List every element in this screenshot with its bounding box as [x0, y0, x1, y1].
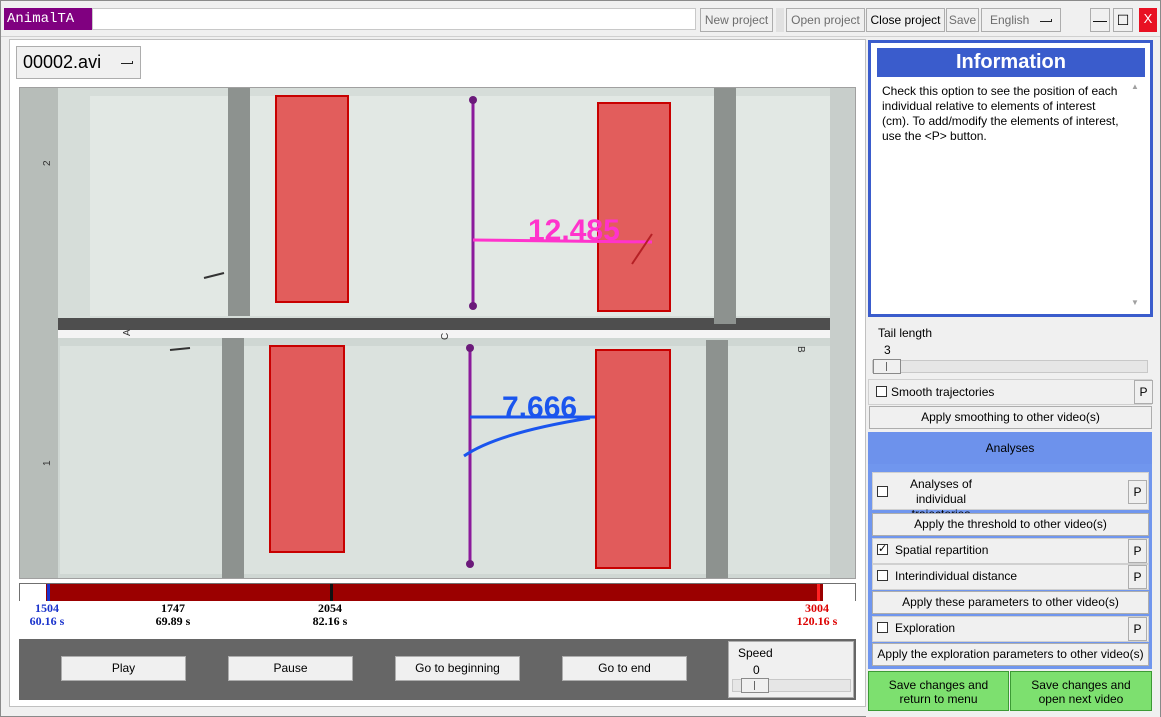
- element-line-top-end: [469, 302, 477, 310]
- close-icon[interactable]: X: [1139, 8, 1157, 32]
- save-and-next-button[interactable]: Save changes and open next video: [1010, 671, 1152, 711]
- information-title: Information: [877, 48, 1145, 77]
- individual-parameters-button[interactable]: P: [1128, 480, 1147, 504]
- top-right-partition: [714, 88, 736, 324]
- timeline-before-range: [20, 584, 46, 601]
- video-frame[interactable]: 12.485 7.666 2 A C B 1: [19, 87, 856, 579]
- chevron-down-icon: [121, 61, 133, 64]
- go-to-beginning-button[interactable]: Go to beginning: [395, 656, 520, 681]
- element-line-bottom-end: [466, 560, 474, 568]
- interindividual-parameters-button[interactable]: P: [1128, 565, 1147, 589]
- tail-length-value: 3: [884, 343, 891, 357]
- right-wall: [830, 88, 855, 578]
- smooth-parameters-button[interactable]: P: [1134, 380, 1153, 404]
- save-and-return-button[interactable]: Save changes and return to menu: [868, 671, 1009, 711]
- app-logo: AnimalTA: [4, 8, 92, 30]
- interindividual-distance-label: Interindividual distance: [895, 569, 1018, 583]
- roi-top-left: [275, 95, 349, 303]
- pause-button[interactable]: Pause: [228, 656, 353, 681]
- tank-letter: 2: [42, 160, 53, 166]
- tank-letter: C: [440, 333, 451, 340]
- new-project-button[interactable]: New project: [700, 8, 773, 32]
- analyses-header: Analyses: [868, 432, 1152, 464]
- close-project-button[interactable]: Close project: [866, 8, 945, 32]
- video-scene: 12.485 7.666 2 A C B 1: [20, 88, 855, 578]
- apply-parameters-button[interactable]: Apply these parameters to other video(s): [872, 591, 1149, 614]
- timeline-labels: 1504 60.16 s 1747 69.89 s 2054 82.16 s 3004…: [19, 601, 856, 635]
- information-box: [868, 40, 1153, 317]
- apply-exploration-button[interactable]: Apply the exploration parameters to othe…: [872, 643, 1149, 666]
- spatial-repartition-checkbox[interactable]: ✓: [877, 544, 888, 555]
- spatial-repartition-label: Spatial repartition: [895, 543, 989, 557]
- element-line-top-start: [469, 96, 477, 104]
- roi-bottom-right: [595, 349, 671, 569]
- bottom-left-partition: [222, 338, 244, 578]
- video-file-dropdown[interactable]: 00002.avi: [16, 46, 141, 79]
- timeline-cursor-frame: 2054 82.16 s: [312, 601, 348, 628]
- speed-value: 0: [753, 663, 760, 677]
- toolbar-separator: [776, 8, 784, 32]
- bottom-right-partition: [706, 340, 728, 578]
- project-title-field: [92, 8, 696, 30]
- timeline-cursor[interactable]: [330, 584, 333, 601]
- timeline-bar[interactable]: [19, 583, 856, 602]
- roi-top-right: [597, 102, 671, 312]
- maximize-icon[interactable]: ☐: [1113, 8, 1133, 32]
- tank-letter: 1: [42, 460, 53, 466]
- apply-threshold-button[interactable]: Apply the threshold to other video(s): [872, 513, 1149, 536]
- timeline-after-range: [823, 584, 855, 601]
- video-file-name: 00002.avi: [23, 52, 102, 72]
- play-button[interactable]: Play: [61, 656, 186, 681]
- smooth-trajectories-label: Smooth trajectories: [891, 385, 995, 399]
- speed-slider-thumb[interactable]: [741, 678, 769, 693]
- timeline-end-marker[interactable]: [817, 584, 820, 601]
- timeline-start-marker[interactable]: [47, 584, 50, 601]
- top-distance-label: 12.485: [528, 214, 620, 247]
- tail-length-label: Tail length: [878, 326, 933, 340]
- tail-length-slider-thumb[interactable]: [873, 359, 901, 374]
- chevron-down-icon: [1040, 19, 1052, 22]
- save-button[interactable]: Save: [946, 8, 979, 32]
- smooth-trajectories-checkbox[interactable]: [876, 386, 887, 397]
- interindividual-distance-checkbox[interactable]: [877, 570, 888, 581]
- scroll-down-icon[interactable]: ▼: [1131, 298, 1139, 307]
- scroll-up-icon[interactable]: ▲: [1131, 82, 1139, 91]
- minimize-icon[interactable]: —: [1090, 8, 1110, 32]
- speed-label: Speed: [738, 646, 773, 660]
- element-line-bottom-start: [466, 344, 474, 352]
- tank-letter: B: [795, 346, 806, 353]
- apply-smoothing-button[interactable]: Apply smoothing to other video(s): [869, 406, 1152, 429]
- go-to-end-button[interactable]: Go to end: [562, 656, 687, 681]
- language-value: English: [990, 13, 1030, 27]
- open-project-button[interactable]: Open project: [786, 8, 865, 32]
- language-dropdown[interactable]: English: [981, 8, 1061, 32]
- bottom-distance-label: 7.666: [502, 391, 577, 424]
- exploration-parameters-button[interactable]: P: [1128, 617, 1147, 641]
- top-left-partition: [228, 88, 250, 316]
- speed-control: Speed 0: [728, 641, 854, 698]
- exploration-checkbox[interactable]: [877, 622, 888, 633]
- timeline-start-frame: 1504 60.16 s: [29, 601, 65, 628]
- tail-length-slider-track[interactable]: [872, 360, 1148, 373]
- tank-letter: A: [122, 329, 133, 336]
- exploration-label: Exploration: [895, 621, 956, 635]
- timeline-end-frame: 3004 120.16 s: [796, 601, 838, 628]
- tank-divider-edge: [20, 330, 855, 338]
- information-text: Check this option to see the position of…: [882, 84, 1119, 143]
- individual-analyses-checkbox[interactable]: [877, 486, 888, 497]
- spatial-parameters-button[interactable]: P: [1128, 539, 1147, 563]
- roi-bottom-left: [269, 345, 345, 553]
- timeline-current-frame: 1747 69.89 s: [155, 601, 191, 628]
